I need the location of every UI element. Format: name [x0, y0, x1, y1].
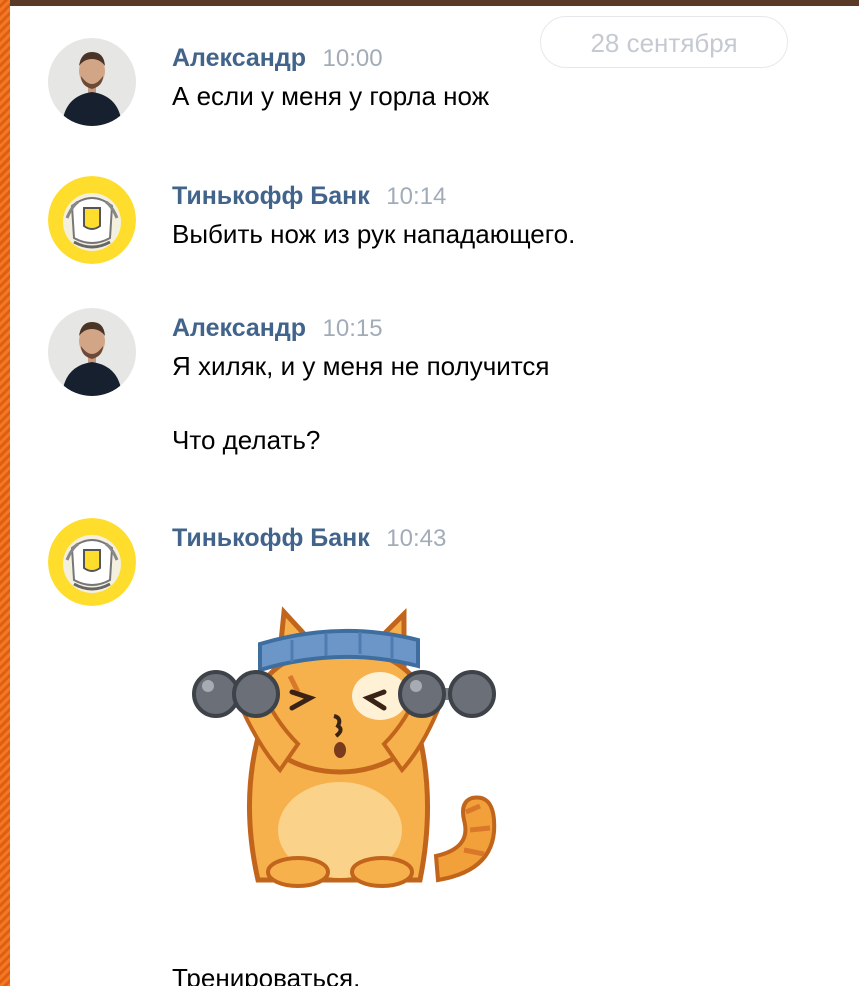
chat-history[interactable]: 28 сентября Александр 10:00 А если у мен…: [10, 6, 859, 986]
cat-with-dumbbells-sticker[interactable]: [180, 580, 510, 890]
window-frame-left: [0, 0, 10, 986]
message-text: Что делать?: [172, 425, 321, 455]
message-text: А если у меня у горла нож: [172, 81, 490, 111]
message-time[interactable]: 10:14: [386, 183, 446, 210]
message-time[interactable]: 10:43: [386, 525, 446, 552]
message-author[interactable]: Тинькофф Банк: [172, 524, 370, 552]
message-time[interactable]: 10:15: [323, 315, 383, 342]
message-author[interactable]: Александр: [172, 44, 306, 72]
message-text: Я хиляк, и у меня не получится: [172, 351, 550, 381]
user-photo-avatar[interactable]: [48, 308, 136, 396]
message-author[interactable]: Тинькофф Банк: [172, 182, 370, 210]
user-photo-avatar[interactable]: [48, 38, 136, 126]
tinkoff-logo-avatar[interactable]: [48, 518, 136, 606]
message-text: Выбить нож из рук нападающего.: [172, 219, 576, 249]
message-author[interactable]: Александр: [172, 314, 306, 342]
message-text: Тренироваться.: [172, 963, 361, 986]
message-time[interactable]: 10:00: [323, 45, 383, 72]
tinkoff-logo-avatar[interactable]: [48, 176, 136, 264]
